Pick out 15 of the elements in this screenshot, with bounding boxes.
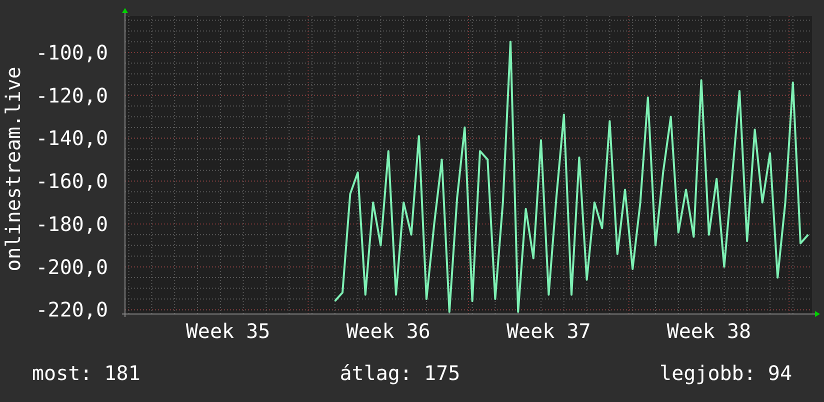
y-tick-label: -220,0 [36,298,108,322]
y-tick-label: -100,0 [36,40,108,64]
x-tick-label: Week 36 [346,319,430,343]
y-tick-label: -180,0 [36,212,108,236]
stat-text: átlag: 175 [340,361,460,385]
x-tick-label: Week 37 [506,319,591,343]
y-tick-label: -200,0 [36,254,108,279]
x-tick-label: Week 35 [186,319,270,343]
y-axis-label: onlinestream.live [1,66,25,272]
stat-text: legjobb: 94 [660,361,792,385]
x-tick-label: Week 38 [666,319,752,343]
y-tick-label: -140,0 [36,126,108,150]
y-tick-label: -120,0 [36,83,108,108]
stat-text: most: 181 [32,361,140,385]
y-tick-label: -160,0 [36,169,108,194]
